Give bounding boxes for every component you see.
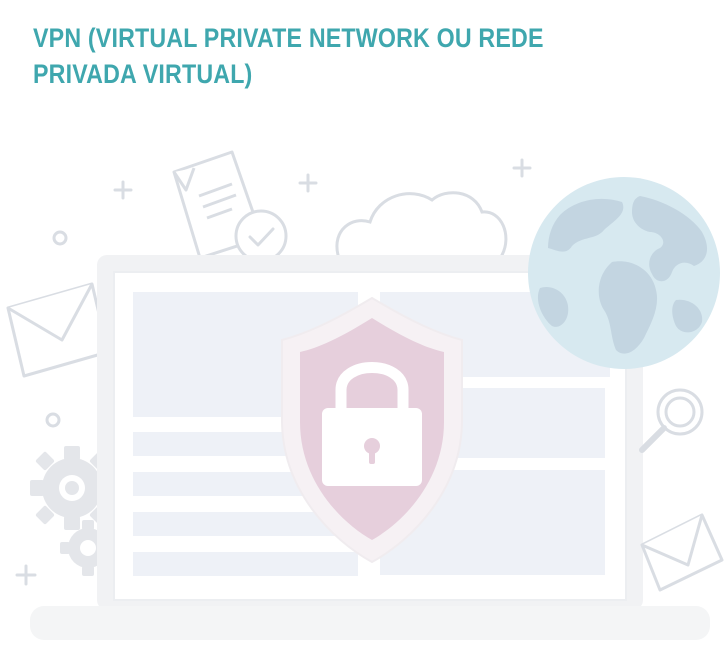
page-title: VPN (VIRTUAL PRIVATE NETWORK OU REDE PRI… [33,23,544,89]
envelope-icon [6,282,110,378]
plus-icon [298,173,318,193]
envelope-icon [640,513,724,592]
magnifier-icon [639,388,704,453]
cloud-icon [335,191,508,257]
plus-icon [113,180,133,200]
check-badge-icon [234,209,288,263]
plus-icon [15,564,37,586]
plus-icon [512,158,532,178]
vpn-illustration [6,150,724,640]
dot-icon [45,412,61,428]
globe-icon [528,177,720,369]
dot-icon [52,230,68,246]
